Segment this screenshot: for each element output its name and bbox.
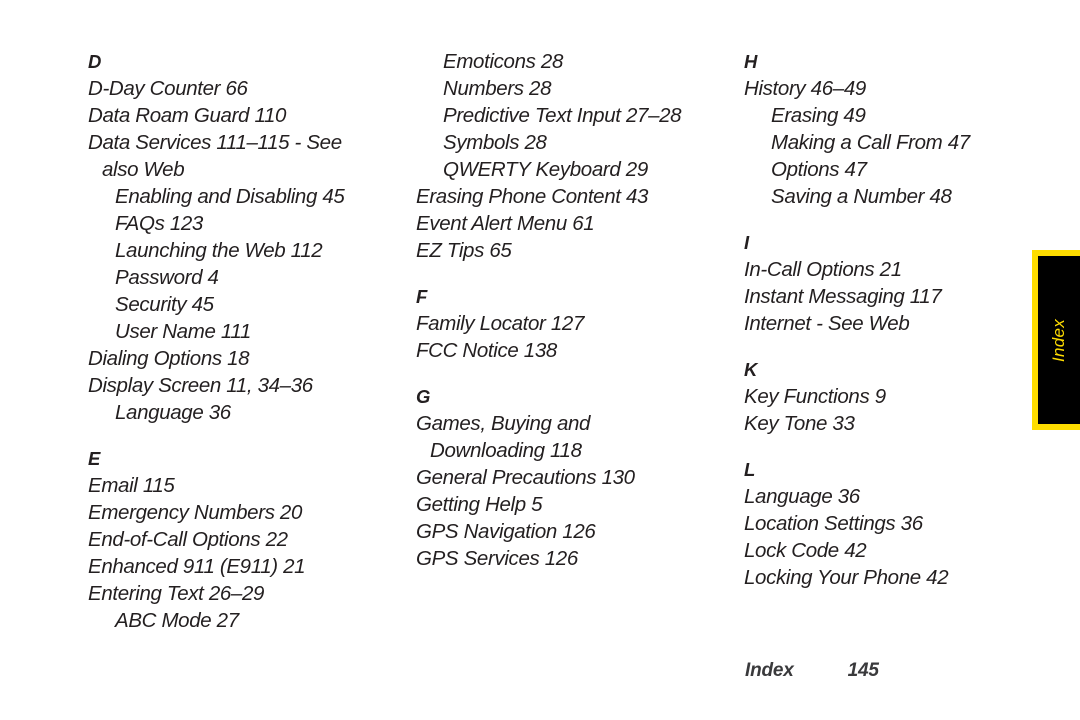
index-section-letter: F	[416, 286, 428, 307]
index-entry: End-of-Call Options 22	[88, 528, 288, 551]
index-entry: Games, Buying and	[416, 412, 591, 435]
index-entry: Enabling and Disabling 45	[115, 185, 345, 208]
index-entry: General Precautions 130	[416, 466, 635, 489]
index-entry: In-Call Options 21	[744, 258, 902, 281]
index-entry: Lock Code 42	[744, 539, 867, 562]
index-section-letter: H	[744, 51, 758, 72]
index-entry: Password 4	[115, 266, 219, 289]
index-section-letter: L	[744, 459, 756, 480]
index-section-letter: E	[88, 448, 101, 469]
index-entry: Security 45	[115, 293, 214, 316]
index-section-letter: I	[744, 232, 750, 253]
index-thumb-tab-label: Index	[1049, 318, 1068, 362]
index-entry: Data Services 111–115 - See	[88, 131, 342, 154]
index-section: G Games, Buying and Downloading 118 General…	[416, 383, 726, 572]
index-section: I In-Call Options 21 Instant Messaging 117…	[744, 229, 1054, 337]
index-entry: Numbers 28	[443, 77, 552, 100]
footer-page-number: 145	[847, 660, 879, 681]
index-entry: Downloading 118	[430, 439, 582, 462]
index-section: Emoticons 28 Numbers 28 Predictive Text In…	[416, 48, 726, 264]
index-entry: Location Settings 36	[744, 512, 923, 535]
index-section: E Email 115 Emergency Numbers 20 End-of-Cal…	[88, 445, 398, 634]
index-entry: Language 36	[744, 485, 860, 508]
index-entry: Display Screen 11, 34–36	[88, 374, 313, 397]
index-entry: Making a Call From 47	[771, 131, 970, 154]
index-entry: User Name 111	[115, 320, 251, 343]
page-footer: Index 145	[745, 660, 1035, 682]
index-section: K Key Functions 9 Key Tone 33	[744, 356, 1054, 437]
index-entry: Dialing Options 18	[88, 347, 250, 370]
index-entry: Email 115	[88, 474, 175, 497]
index-section: D D-Day Counter 66 Data Roam Guard 110 Data…	[88, 48, 398, 426]
index-entry: also Web	[102, 158, 185, 181]
index-entry: Data Roam Guard 110	[88, 104, 287, 127]
index-columns: D D-Day Counter 66 Data Roam Guard 110 Data…	[88, 48, 1018, 634]
index-entry: Event Alert Menu 61	[416, 212, 595, 235]
index-column-1: D D-Day Counter 66 Data Roam Guard 110 Data…	[88, 48, 398, 634]
index-entry: ABC Mode 27	[115, 609, 239, 632]
index-entry: Family Locator 127	[416, 312, 585, 335]
index-entry: Saving a Number 48	[771, 185, 952, 208]
index-section-letter: K	[744, 359, 758, 380]
index-column-3: H History 46–49 Erasing 49 Making a Call Fr…	[744, 48, 1054, 591]
index-entry: Key Tone 33	[744, 412, 855, 435]
index-entry: EZ Tips 65	[416, 239, 512, 262]
index-entry: GPS Services 126	[416, 547, 578, 570]
index-entry: History 46–49	[744, 77, 866, 100]
index-section: F Family Locator 127 FCC Notice 138	[416, 283, 726, 364]
index-entry: Emergency Numbers 20	[88, 501, 303, 524]
index-entry: GPS Navigation 126	[416, 520, 596, 543]
index-entry: Symbols 28	[443, 131, 547, 154]
index-section: L Language 36 Location Settings 36 Lock Cod…	[744, 456, 1054, 591]
index-section: H History 46–49 Erasing 49 Making a Call Fr…	[744, 48, 1054, 210]
index-entry: Entering Text 26–29	[88, 582, 265, 605]
index-entry: Key Functions 9	[744, 385, 886, 408]
index-entry: Erasing 49	[771, 104, 866, 127]
index-entry: FAQs 123	[115, 212, 203, 235]
index-section-letter: G	[416, 386, 431, 407]
index-entry: Locking Your Phone 42	[744, 566, 949, 589]
index-entry: Options 47	[771, 158, 867, 181]
index-entry: Internet - See Web	[744, 312, 910, 335]
index-entry: Enhanced 911 (E911) 21	[88, 555, 306, 578]
index-entry: QWERTY Keyboard 29	[443, 158, 648, 181]
index-entry: Language 36	[115, 401, 231, 424]
index-entry: Predictive Text Input 27–28	[443, 104, 682, 127]
index-entry: Instant Messaging 117	[744, 285, 942, 308]
index-entry: FCC Notice 138	[416, 339, 557, 362]
index-column-2: Emoticons 28 Numbers 28 Predictive Text In…	[416, 48, 726, 572]
index-entry: Getting Help 5	[416, 493, 543, 516]
index-section-letter: D	[88, 51, 102, 72]
index-entry: D-Day Counter 66	[88, 77, 248, 100]
index-entry: Launching the Web 112	[115, 239, 323, 262]
index-page: D D-Day Counter 66 Data Roam Guard 110 Data…	[0, 0, 1080, 720]
index-thumb-tab: Index	[1032, 250, 1080, 430]
index-entry: Emoticons 28	[443, 50, 564, 73]
index-entry: Erasing Phone Content 43	[416, 185, 649, 208]
footer-section-label: Index	[745, 660, 794, 681]
